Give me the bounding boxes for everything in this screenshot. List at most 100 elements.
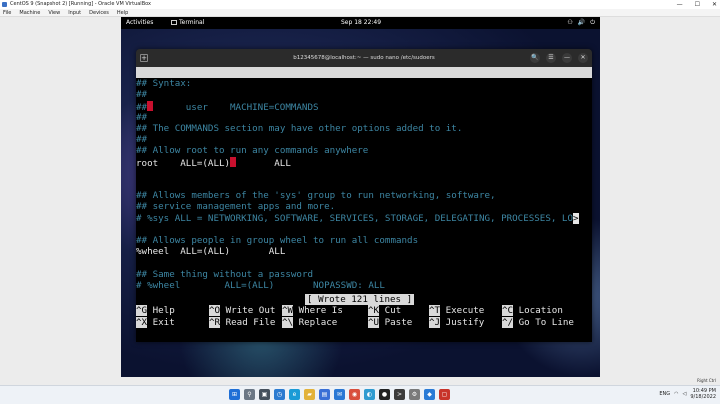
menu-file[interactable]: File: [3, 9, 11, 16]
editor-line[interactable]: ## Allows people in group wheel to run a…: [136, 235, 418, 246]
line-truncation-marker: >: [572, 212, 579, 224]
nano-title-bar: GNU nano 5.6.1 /etc/sudoers: [136, 67, 592, 100]
menu-input[interactable]: Input: [68, 9, 81, 16]
widgets-icon[interactable]: ◷: [274, 389, 285, 400]
shortcut-cut[interactable]: ^K Cut: [368, 305, 402, 317]
terminal-header-bar[interactable]: + b12345678@localhost:~ — sudo nano /etc…: [136, 49, 592, 67]
github-icon[interactable]: ●: [379, 389, 390, 400]
close-button[interactable]: ✕: [578, 53, 588, 63]
virtualbox-logo-icon: [2, 2, 7, 7]
shortcut-location[interactable]: ^C Location: [502, 305, 563, 317]
menu-machine[interactable]: Machine: [19, 9, 40, 16]
language-indicator[interactable]: ENG: [659, 391, 670, 397]
shortcut-label: Read File: [220, 316, 276, 328]
edge-icon[interactable]: e: [289, 389, 300, 400]
shortcut-key: ^K: [368, 305, 380, 317]
shortcut-key: ^C: [502, 305, 514, 317]
editor-line[interactable]: ## The COMMANDS section may have other o…: [136, 123, 462, 134]
start-icon[interactable]: ⊞: [229, 389, 240, 400]
shortcut-key: ^O: [209, 305, 221, 317]
shortcut-label: Paste: [379, 316, 413, 328]
editor-line[interactable]: ##: [136, 89, 147, 100]
new-tab-button[interactable]: +: [140, 54, 148, 62]
power-icon: ⏻: [590, 19, 595, 26]
shortcut-execute[interactable]: ^T Execute: [429, 305, 484, 317]
search-icon[interactable]: ⚲: [244, 389, 255, 400]
terminal-buttons: 🔍 ☰ — ✕: [530, 53, 588, 63]
host-background-right: [600, 17, 720, 377]
photos-icon[interactable]: ◐: [364, 389, 375, 400]
settings-icon[interactable]: ⚙: [409, 389, 420, 400]
menu-help[interactable]: Help: [117, 9, 128, 16]
shortcut-read-file[interactable]: ^R Read File: [209, 316, 276, 328]
host-key-label: Right Ctrl: [697, 378, 716, 383]
editor-line[interactable]: ##: [136, 112, 147, 123]
shortcut-label: Justify: [440, 316, 485, 328]
shortcut-label: Go To Line: [513, 316, 574, 328]
virtualbox-menu-bar: File Machine View Input Devices Help: [0, 9, 720, 17]
network-icon: ⚇: [567, 19, 573, 26]
editor-line[interactable]: root ALL=(ALL) ALL: [136, 156, 291, 169]
app-name: Terminal: [179, 19, 205, 26]
editor-line[interactable]: # %sys ALL = NETWORKING, SOFTWARE, SERVI…: [136, 212, 579, 224]
shortcut-write-out[interactable]: ^O Write Out: [209, 305, 276, 317]
shortcut-key: ^J: [429, 316, 441, 328]
mail-icon[interactable]: ✉: [334, 389, 345, 400]
shortcut-label: Location: [513, 305, 563, 317]
window-controls: — ☐ ✕: [677, 0, 717, 9]
windows-taskbar: ⊞ ⚲ ▣ ◷ e ▰ ▤ ✉ ◉ ◐ ● > ⚙ ◆ ▢ ENG ◠ ◁ 10:49 PM 9/18/20…: [0, 385, 720, 404]
editor-line[interactable]: ## Syntax:: [136, 78, 191, 89]
virtualbox-icon[interactable]: ▢: [439, 389, 450, 400]
menu-button[interactable]: ☰: [546, 53, 556, 63]
volume-icon: 🔊: [577, 19, 586, 26]
minimize-button[interactable]: —: [677, 0, 683, 9]
chrome-icon[interactable]: ◉: [349, 389, 360, 400]
text-cursor: [230, 156, 236, 167]
editor-line[interactable]: ## Allow root to run any commands anywhe…: [136, 145, 368, 156]
shortcut-exit[interactable]: ^X Exit: [136, 316, 175, 328]
system-tray[interactable]: ENG ◠ ◁ 10:49 PM 9/18/2022: [659, 388, 716, 400]
vscode-icon[interactable]: ◆: [424, 389, 435, 400]
shortcut-where-is[interactable]: ^W Where Is: [282, 305, 343, 317]
editor-line[interactable]: %wheel ALL=(ALL) ALL: [136, 246, 285, 257]
system-tray[interactable]: ⚇ 🔊 ⏻: [567, 17, 595, 29]
maximize-button[interactable]: ☐: [695, 0, 700, 9]
nano-editor[interactable]: GNU nano 5.6.1 /etc/sudoers ## Syntax: ##…: [136, 67, 592, 342]
shortcut-justify[interactable]: ^J Justify: [429, 316, 485, 328]
files-icon[interactable]: ▰: [304, 389, 315, 400]
status-message: [ Wrote 121 lines ]: [305, 294, 415, 306]
taskbar-clock[interactable]: 10:49 PM 9/18/2022: [690, 388, 716, 400]
shortcut-label: Replace: [293, 316, 338, 328]
clock[interactable]: Sep 18 22:49: [341, 17, 381, 29]
app-menu[interactable]: Terminal: [171, 17, 204, 29]
shortcut-replace[interactable]: ^\ Replace: [282, 316, 338, 328]
editor-line[interactable]: ## Allows members of the 'sys' group to …: [136, 190, 496, 201]
terminal-window[interactable]: + b12345678@localhost:~ — sudo nano /etc…: [136, 49, 592, 342]
virtualbox-title-bar[interactable]: CentOS 9 (Snapshot 2) [Running] - Oracle…: [0, 0, 720, 9]
menu-view[interactable]: View: [48, 9, 60, 16]
editor-line[interactable]: ##: [136, 134, 147, 145]
shortcut-paste[interactable]: ^U Paste: [368, 316, 413, 328]
task-view-icon[interactable]: ▣: [259, 389, 270, 400]
editor-line[interactable]: ## Same thing without a password: [136, 269, 313, 280]
editor-line[interactable]: ## user MACHINE=COMMANDS: [136, 100, 319, 113]
shortcut-label: Write Out: [220, 305, 276, 317]
editor-line[interactable]: ## service management apps and more.: [136, 201, 335, 212]
shortcut-key: ^G: [136, 305, 148, 317]
shortcut-label: Cut: [379, 305, 402, 317]
store-icon[interactable]: ▤: [319, 389, 330, 400]
terminal-icon[interactable]: >: [394, 389, 405, 400]
close-button[interactable]: ✕: [712, 0, 717, 9]
shortcut-key: ^/: [502, 316, 514, 328]
editor-line[interactable]: # %wheel ALL=(ALL) NOPASSWD: ALL: [136, 280, 385, 291]
search-button[interactable]: 🔍: [530, 53, 540, 63]
menu-devices[interactable]: Devices: [89, 9, 109, 16]
shortcut-go-to-line[interactable]: ^/ Go To Line: [502, 316, 574, 328]
virtualbox-status-bar: Right Ctrl: [0, 377, 720, 385]
guest-desktop: Activities Terminal Sep 18 22:49 ⚇ 🔊 ⏻ +…: [121, 17, 600, 377]
shortcut-help[interactable]: ^G Help: [136, 305, 175, 317]
taskbar-apps: ⊞ ⚲ ▣ ◷ e ▰ ▤ ✉ ◉ ◐ ● > ⚙ ◆ ▢: [229, 389, 450, 400]
terminal-title: b12345678@localhost:~ — sudo nano /etc/s…: [293, 55, 435, 61]
minimize-button[interactable]: —: [562, 53, 572, 63]
activities-button[interactable]: Activities: [126, 17, 153, 29]
